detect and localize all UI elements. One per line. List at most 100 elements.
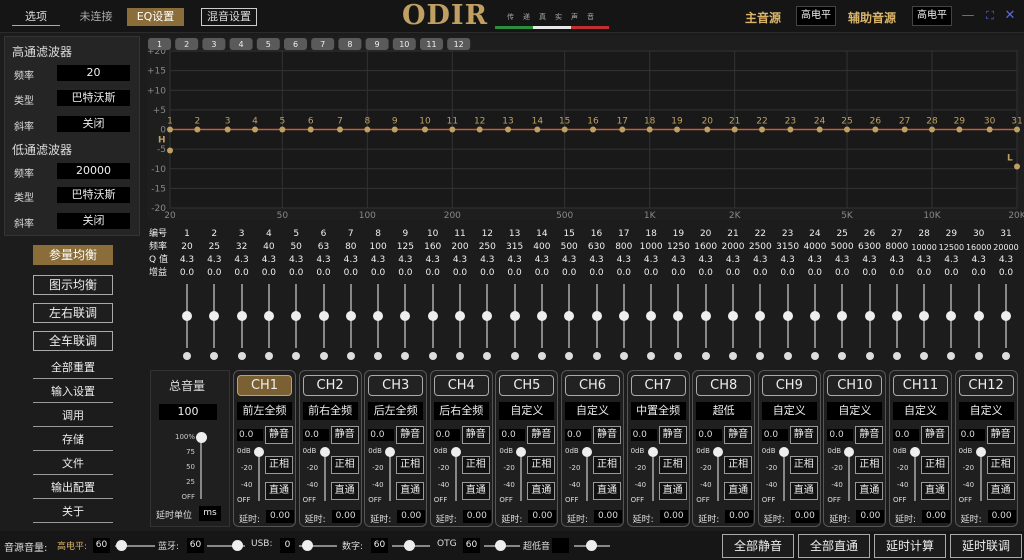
- band-select-dot[interactable]: [456, 352, 464, 360]
- channel-select-button[interactable]: CH10: [827, 375, 883, 396]
- channel-volume[interactable]: 0.0: [237, 429, 263, 441]
- band-gain-knob[interactable]: [837, 311, 848, 321]
- band-gain-knob[interactable]: [891, 311, 902, 321]
- band-gain[interactable]: 0.0: [720, 267, 746, 280]
- band-point[interactable]: [646, 126, 653, 133]
- band-frequency[interactable]: 1250: [665, 241, 691, 254]
- band-frequency[interactable]: 12500: [938, 241, 964, 254]
- channel-volume-slider[interactable]: [848, 451, 851, 501]
- band-frequency[interactable]: 50: [283, 241, 309, 254]
- digital-value[interactable]: 60: [371, 538, 388, 553]
- band-gain[interactable]: 0.0: [365, 267, 391, 280]
- band-select-dot[interactable]: [592, 352, 601, 360]
- delay-value[interactable]: 0.00: [987, 510, 1016, 523]
- band-q[interactable]: 4.3: [584, 254, 610, 267]
- band-point[interactable]: [986, 126, 993, 133]
- channel-name[interactable]: 自定义: [893, 402, 948, 420]
- band-select-dot[interactable]: [865, 352, 874, 360]
- band-point[interactable]: [759, 126, 766, 133]
- channel-volume-knob[interactable]: [910, 447, 920, 457]
- channel-name[interactable]: 自定义: [761, 402, 817, 420]
- band-q[interactable]: 4.3: [502, 254, 528, 267]
- mute-button[interactable]: 静音: [330, 426, 359, 444]
- channel-volume-knob[interactable]: [713, 447, 724, 457]
- master-volume-input[interactable]: 100: [159, 404, 217, 420]
- channel-name[interactable]: 中置全频: [630, 402, 686, 420]
- delay-value[interactable]: 0.00: [462, 510, 491, 523]
- band-point[interactable]: [534, 126, 541, 133]
- band-q[interactable]: 4.3: [392, 254, 418, 267]
- band-select-dot[interactable]: [237, 352, 246, 360]
- delay-value[interactable]: 0.00: [397, 510, 426, 523]
- band-point[interactable]: [674, 126, 681, 133]
- car-link-button[interactable]: 全车联调: [33, 331, 113, 351]
- band-select-dot[interactable]: [510, 352, 519, 360]
- band-frequency[interactable]: 2500: [747, 241, 773, 254]
- band-gain-knob[interactable]: [236, 311, 247, 321]
- channel-volume-knob[interactable]: [647, 447, 658, 457]
- band-point[interactable]: [704, 126, 711, 133]
- band-frequency[interactable]: 2000: [720, 241, 746, 254]
- save-link[interactable]: 存储: [33, 431, 113, 451]
- band-gain-knob[interactable]: [209, 311, 220, 321]
- hp-freq-input[interactable]: 20: [57, 65, 130, 81]
- delay-value[interactable]: 0.00: [790, 510, 819, 523]
- band-gain[interactable]: 0.0: [256, 267, 282, 280]
- channel-select-button[interactable]: CH4: [433, 375, 489, 396]
- channel-volume-knob[interactable]: [319, 447, 330, 457]
- direct-button[interactable]: 直通: [461, 482, 490, 500]
- delay-value[interactable]: 0.00: [266, 510, 294, 523]
- mute-button[interactable]: 静音: [461, 426, 490, 444]
- band-gain[interactable]: 0.0: [747, 267, 773, 280]
- channel-tab-label[interactable]: 8: [347, 40, 352, 49]
- band-gain-knob[interactable]: [455, 311, 465, 321]
- band-point[interactable]: [901, 126, 908, 133]
- band-frequency[interactable]: 16000: [966, 241, 992, 254]
- band-point[interactable]: [731, 126, 738, 133]
- main-source-select[interactable]: 高电平: [796, 6, 836, 26]
- band-select-dot[interactable]: [674, 352, 683, 360]
- band-gain[interactable]: 0.0: [174, 267, 200, 280]
- band-frequency[interactable]: 1600: [693, 241, 719, 254]
- band-select-dot[interactable]: [346, 352, 355, 360]
- band-point[interactable]: [1014, 126, 1020, 133]
- band-select-dot[interactable]: [319, 352, 328, 360]
- band-point[interactable]: [787, 126, 794, 133]
- options-tab[interactable]: 选项: [12, 8, 60, 26]
- band-select-dot[interactable]: [838, 352, 847, 360]
- band-q[interactable]: 4.3: [747, 254, 773, 267]
- band-q[interactable]: 4.3: [693, 254, 719, 267]
- direct-button[interactable]: 直通: [855, 482, 884, 500]
- channel-tab-label[interactable]: 3: [211, 40, 216, 49]
- band-select-dot[interactable]: [565, 352, 574, 360]
- band-point[interactable]: [194, 126, 201, 133]
- band-gain-knob[interactable]: [591, 311, 602, 321]
- band-frequency[interactable]: 40: [256, 241, 282, 254]
- otg-value[interactable]: 60: [463, 538, 480, 553]
- band-gain-knob[interactable]: [482, 311, 493, 321]
- band-q[interactable]: 4.3: [829, 254, 855, 267]
- band-point[interactable]: [307, 126, 314, 133]
- band-q[interactable]: 4.3: [611, 254, 637, 267]
- channel-tab-label[interactable]: 2: [184, 40, 189, 49]
- mute-button[interactable]: 静音: [789, 426, 818, 444]
- lr-link-button[interactable]: 左右联调: [33, 303, 113, 323]
- band-select-dot[interactable]: [756, 352, 765, 360]
- band-q[interactable]: 4.3: [556, 254, 582, 267]
- band-gain[interactable]: 0.0: [693, 267, 719, 280]
- band-gain[interactable]: 0.0: [529, 267, 555, 280]
- channel-tab-label[interactable]: 11: [426, 40, 436, 49]
- band-frequency[interactable]: 10000: [911, 241, 937, 254]
- band-q[interactable]: 4.3: [447, 254, 473, 267]
- band-point[interactable]: [364, 126, 371, 133]
- band-point[interactable]: [476, 126, 483, 133]
- channel-volume-slider[interactable]: [258, 451, 260, 501]
- hp-slope-select[interactable]: 关闭: [57, 116, 130, 132]
- band-gain-knob[interactable]: [618, 311, 629, 321]
- band-frequency[interactable]: 32: [229, 241, 255, 254]
- channel-volume-slider[interactable]: [914, 451, 916, 501]
- channel-volume[interactable]: 0.0: [302, 429, 329, 441]
- band-frequency[interactable]: 6300: [857, 241, 883, 254]
- band-point[interactable]: [590, 126, 597, 133]
- band-point[interactable]: [561, 126, 568, 133]
